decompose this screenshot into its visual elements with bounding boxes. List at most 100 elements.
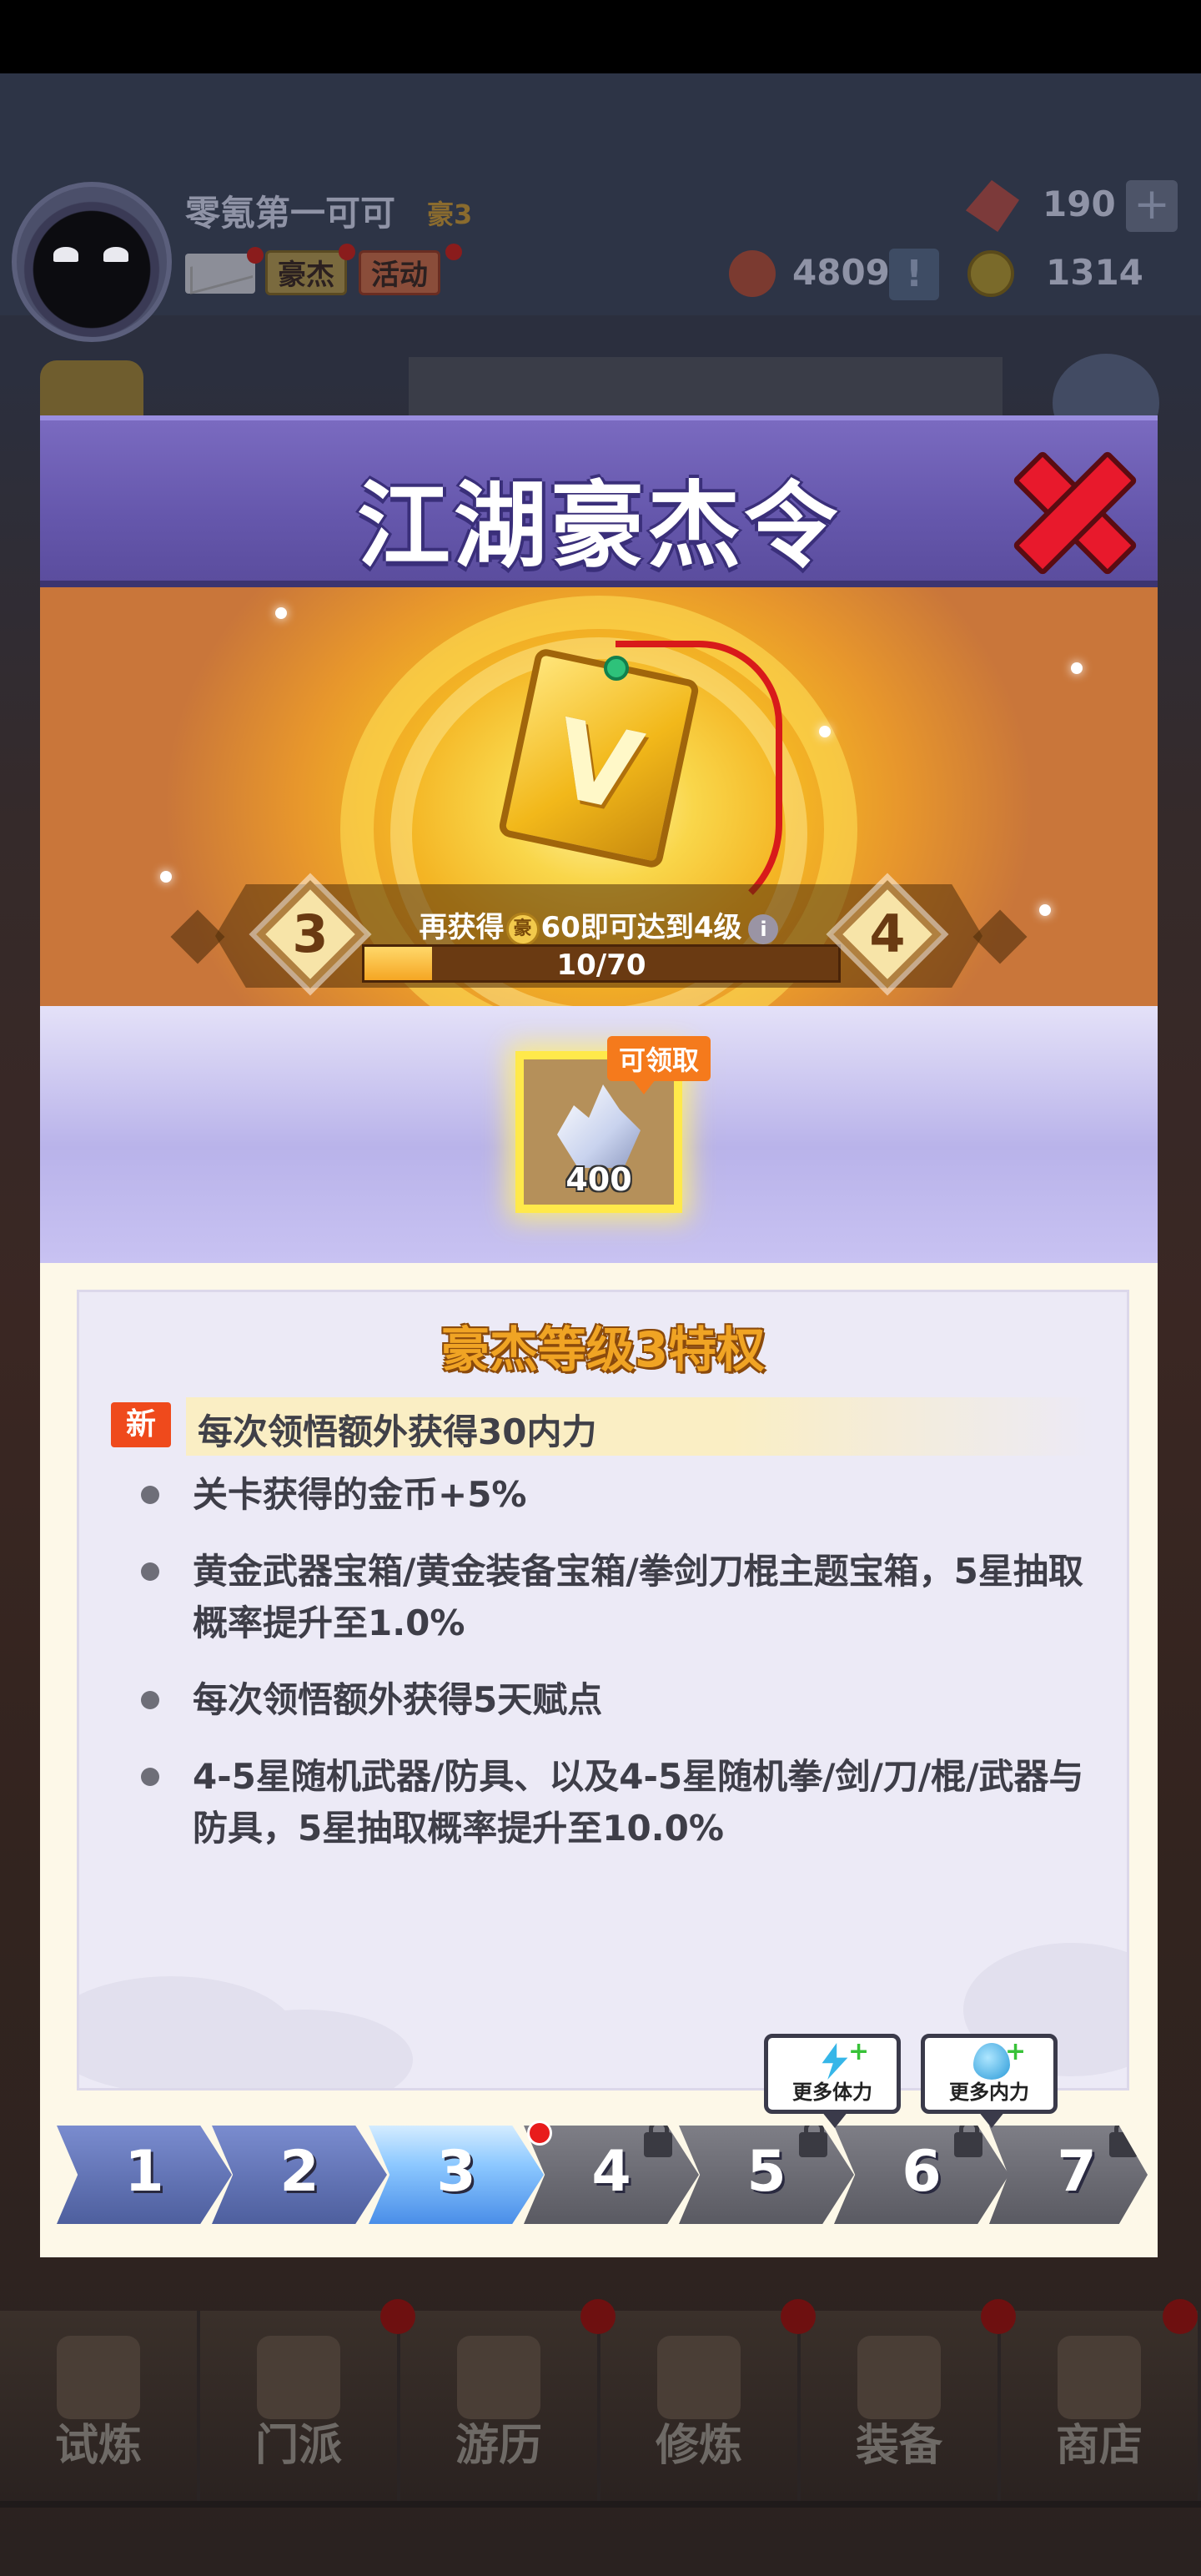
player-name: 零氪第一可可 — [185, 193, 396, 234]
mail-icon[interactable] — [185, 254, 255, 294]
reward-area: 400 可领取 — [40, 1006, 1158, 1263]
medal-alert-button[interactable]: ! — [889, 249, 939, 300]
nav-trial[interactable]: 试炼 — [0, 2311, 200, 2501]
hero-notification-dot — [339, 244, 355, 260]
level-progress-bar: 10/70 — [362, 944, 841, 983]
vip-label: 豪3 — [427, 199, 473, 230]
new-privilege-row: 新 每次领悟额外获得30内力 — [111, 1397, 1095, 1456]
nav-sect[interactable]: 门派 — [200, 2299, 415, 2501]
sparkle — [819, 726, 831, 737]
coin-icon — [967, 250, 1014, 297]
hint-suffix: 60即可达到4级 — [540, 911, 742, 944]
sparkle — [160, 871, 172, 883]
nav-travel[interactable]: 游历 — [400, 2299, 616, 2501]
inner-power-tooltip-text: 更多内力 — [949, 2080, 1029, 2104]
new-privilege-text: 每次领悟额外获得30内力 — [198, 1411, 597, 1452]
tab-number: 7 — [1057, 2139, 1097, 2205]
nav-label-cultivate: 修炼 — [655, 2421, 742, 2471]
nav-notification-dot — [981, 2299, 1016, 2334]
tab-number: 1 — [124, 2139, 164, 2205]
nav-notification-dot — [1163, 2299, 1198, 2334]
privileges-title: 豪杰等级3特权 — [440, 1321, 766, 1378]
privilege-item: 关卡获得的金币+5% — [79, 1469, 1127, 1521]
tab-level-6[interactable]: 6 — [834, 2126, 1009, 2224]
hero-button[interactable]: 豪杰 — [265, 250, 347, 295]
bullet-icon — [141, 1486, 159, 1504]
shop-icon — [1058, 2336, 1141, 2419]
tab-number: 4 — [591, 2139, 631, 2205]
scroll-icon — [657, 2336, 741, 2419]
stamina-tooltip[interactable]: + 更多体力 — [764, 2034, 901, 2128]
bullet-icon — [141, 1768, 159, 1786]
inner-power-tooltip[interactable]: + 更多内力 — [921, 2034, 1058, 2128]
level-hint: 再获得豪 60即可达到4级 i — [40, 904, 1158, 946]
event-button[interactable]: 活动 — [359, 250, 440, 295]
sword-icon — [857, 2336, 941, 2419]
close-icon[interactable] — [1016, 454, 1124, 562]
current-level-number: 3 — [292, 903, 329, 964]
tab-level-5[interactable]: 5 — [679, 2126, 854, 2224]
nav-shop[interactable]: 商店 — [1001, 2299, 1201, 2501]
plus-icon: + — [848, 2037, 870, 2066]
next-level-number: 4 — [869, 903, 906, 964]
privilege-text: 每次领悟额外获得5天赋点 — [193, 1679, 603, 1720]
bullet-icon — [141, 1562, 159, 1581]
token-letter: V — [543, 695, 652, 837]
add-gems-button[interactable]: + — [1126, 180, 1178, 232]
sparkle — [1071, 662, 1083, 674]
info-icon[interactable]: i — [748, 913, 779, 944]
hero-pass-modal: 江湖豪杰令 V 再获得豪 60即可达到4级 i 10/70 3 4 400 可领… — [40, 415, 1158, 2257]
new-badge: 新 — [111, 1402, 171, 1447]
tab-level-2[interactable]: 2 — [212, 2126, 387, 2224]
tab-number: 5 — [746, 2139, 786, 2205]
lock-icon — [954, 2126, 982, 2157]
medal-count: 4809 — [792, 252, 890, 293]
nav-label-shop: 商店 — [1055, 2421, 1143, 2471]
sparkle — [275, 607, 287, 619]
modal-title: 江湖豪杰令 — [357, 472, 841, 581]
stamina-tooltip-text: 更多体力 — [792, 2080, 872, 2104]
crystal-icon — [557, 1084, 641, 1168]
nav-label-travel: 游历 — [455, 2421, 542, 2471]
event-notification-dot — [445, 244, 462, 260]
temple-icon — [257, 2336, 340, 2419]
tab-level-4[interactable]: 4 — [524, 2126, 699, 2224]
tab-number: 3 — [436, 2139, 476, 2205]
privileges-list: 关卡获得的金币+5% 黄金武器宝箱/黄金装备宝箱/拳剑刀棍主题宝箱，5星抽取概率… — [79, 1469, 1127, 1879]
lock-icon — [1109, 2126, 1138, 2157]
level-tabs: 1 2 3 4 5 6 7 + 更多体力 + 更多内力 — [57, 2034, 1148, 2224]
tab-level-1[interactable]: 1 — [57, 2126, 232, 2224]
hero-coin-icon: 豪 — [505, 912, 540, 946]
nav-notification-dot — [580, 2299, 616, 2334]
tab-number: 6 — [902, 2139, 942, 2205]
level-progress-text: 10/70 — [556, 948, 646, 982]
nav-equipment[interactable]: 装备 — [801, 2299, 1016, 2501]
tab-number: 2 — [279, 2139, 319, 2205]
privilege-item: 黄金武器宝箱/黄金装备宝箱/拳剑刀棍主题宝箱，5星抽取概率提升至1.0% — [79, 1546, 1127, 1649]
mountain-icon — [457, 2336, 540, 2419]
nav-label-equipment: 装备 — [855, 2421, 942, 2471]
reward-count: 400 — [565, 1161, 632, 1198]
tab-level-7[interactable]: 7 — [989, 2126, 1148, 2224]
tab-notification-dot — [527, 2121, 552, 2146]
bullet-icon — [141, 1691, 159, 1709]
privilege-text: 黄金武器宝箱/黄金装备宝箱/拳剑刀棍主题宝箱，5星抽取概率提升至1.0% — [193, 1551, 1083, 1643]
lock-icon — [644, 2126, 672, 2157]
coin-count: 1314 — [1046, 252, 1143, 293]
privilege-item: 每次领悟额外获得5天赋点 — [79, 1674, 1127, 1726]
privilege-text: 4-5星随机武器/防具、以及4-5星随机拳/剑/刀/棍/武器与防具，5星抽取概率… — [193, 1756, 1084, 1849]
top-hud — [0, 73, 1201, 315]
privilege-item: 4-5星随机武器/防具、以及4-5星随机拳/剑/刀/棍/武器与防具，5星抽取概率… — [79, 1751, 1127, 1854]
tab-level-3[interactable]: 3 — [369, 2126, 544, 2224]
nav-label-sect: 门派 — [254, 2421, 342, 2471]
medal-icon — [729, 250, 776, 297]
privileges-panel: 豪杰等级3特权 新 每次领悟额外获得30内力 关卡获得的金币+5% 黄金武器宝箱… — [77, 1290, 1129, 2090]
bottom-nav: 试炼 门派 游历 修炼 装备 商店 — [0, 2299, 1201, 2508]
mail-notification-dot — [247, 247, 264, 264]
nav-notification-dot — [781, 2299, 816, 2334]
nav-label-trial: 试炼 — [54, 2421, 142, 2471]
nav-cultivate[interactable]: 修炼 — [600, 2299, 816, 2501]
avatar-eyes — [53, 247, 133, 272]
hint-prefix: 再获得 — [419, 911, 505, 944]
nav-notification-dot — [380, 2299, 415, 2334]
